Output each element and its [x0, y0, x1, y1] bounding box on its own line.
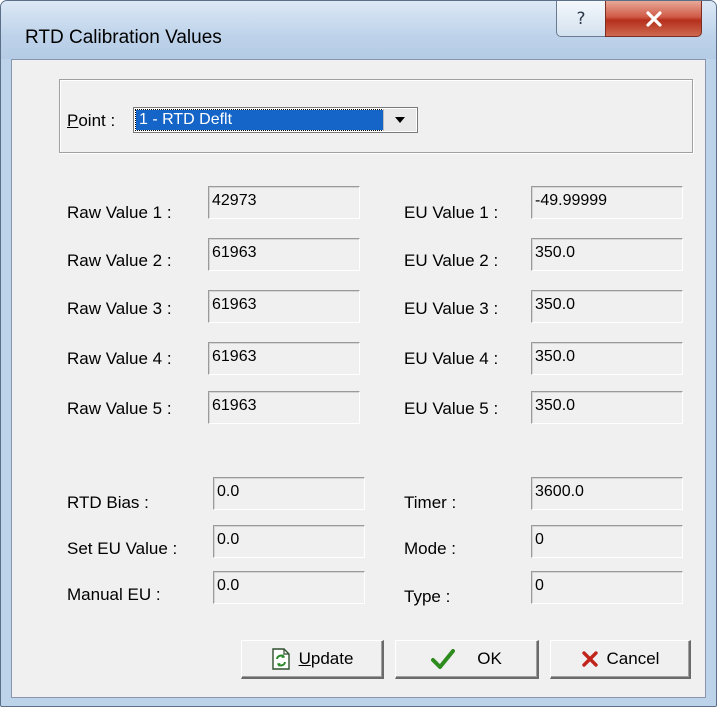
raw-value-4-field[interactable]: 61963: [208, 342, 360, 375]
raw-value-4-label: Raw Value 4 :: [67, 349, 172, 368]
set-eu-value-field[interactable]: 0.0: [213, 525, 365, 558]
eu-value-5-label: EU Value 5 :: [404, 399, 499, 418]
point-select[interactable]: 1 - RTD Deflt: [133, 107, 418, 133]
window-title: RTD Calibration Values: [25, 27, 222, 48]
eu-value-2-label: EU Value 2 :: [404, 251, 499, 270]
cancel-button[interactable]: Cancel: [550, 640, 691, 679]
rtd-bias-field[interactable]: 0.0: [213, 477, 365, 510]
manual-eu-field[interactable]: 0.0: [213, 571, 365, 604]
type-label: Type :: [404, 587, 451, 606]
set-eu-value-label: Set EU Value :: [67, 539, 178, 558]
raw-value-2-field[interactable]: 61963: [208, 238, 360, 271]
raw-value-2-label: Raw Value 2 :: [67, 251, 172, 270]
type-field[interactable]: 0: [531, 571, 683, 604]
cancel-button-label: Cancel: [606, 649, 660, 668]
raw-value-3-field[interactable]: 61963: [208, 290, 360, 323]
point-dropdown-button[interactable]: [383, 109, 416, 131]
point-label: Point :: [67, 111, 116, 130]
checkmark-icon: [431, 649, 456, 669]
refresh-icon: [271, 648, 291, 670]
manual-eu-label: Manual EU :: [67, 585, 161, 604]
close-icon: [645, 10, 662, 27]
eu-value-1-label: EU Value 1 :: [404, 203, 499, 222]
eu-value-4-field[interactable]: 350.0: [531, 342, 683, 375]
raw-value-1-label: Raw Value 1 :: [67, 203, 172, 222]
chevron-down-icon: [395, 117, 405, 123]
mode-label: Mode :: [404, 539, 456, 558]
point-select-value: 1 - RTD Deflt: [135, 109, 384, 131]
close-button[interactable]: [605, 1, 702, 37]
update-button[interactable]: Update: [241, 640, 384, 679]
timer-label: Timer :: [404, 493, 457, 512]
eu-value-2-field[interactable]: 350.0: [531, 238, 683, 271]
ok-button-label: OK: [477, 649, 502, 668]
raw-value-5-field[interactable]: 61963: [208, 391, 360, 424]
timer-field[interactable]: 3600.0: [531, 477, 683, 510]
ok-button[interactable]: OK: [395, 640, 539, 679]
eu-value-4-label: EU Value 4 :: [404, 349, 499, 368]
rtd-bias-label: RTD Bias :: [67, 493, 149, 512]
eu-value-5-field[interactable]: 350.0: [531, 391, 683, 424]
help-button[interactable]: ?: [556, 1, 606, 37]
eu-value-1-field[interactable]: -49.99999: [531, 186, 683, 219]
eu-value-3-label: EU Value 3 :: [404, 299, 499, 318]
raw-value-1-field[interactable]: 42973: [208, 186, 360, 219]
title-bar[interactable]: RTD Calibration Values ?: [1, 1, 716, 59]
raw-value-5-label: Raw Value 5 :: [67, 399, 172, 418]
help-icon: ?: [576, 8, 586, 29]
eu-value-3-field[interactable]: 350.0: [531, 290, 683, 323]
mode-field[interactable]: 0: [531, 525, 683, 558]
raw-value-3-label: Raw Value 3 :: [67, 299, 172, 318]
x-mark-icon: [581, 650, 599, 668]
update-button-label: Update: [298, 649, 354, 668]
